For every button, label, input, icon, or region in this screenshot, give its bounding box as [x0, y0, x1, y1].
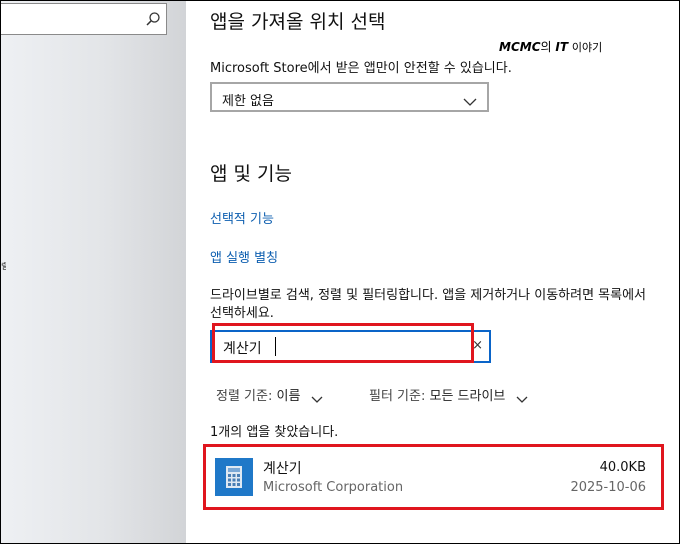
- result-count: 1개의 앱을 찾았습니다.: [210, 425, 339, 440]
- sidebar-item-glyph: 렬: [1, 262, 6, 273]
- filter-dropdown[interactable]: 필터 기준: 모든 드라이브: [369, 385, 528, 404]
- dropdown-value: 제한 없음: [222, 94, 274, 109]
- text-caret: [275, 337, 276, 356]
- watermark-brand: MCMC: [499, 40, 541, 54]
- main-panel: 앱을 가져올 위치 선택 Microsoft Store에서 받은 앱만이 안전…: [186, 1, 679, 543]
- calculator-icon: [215, 458, 253, 496]
- watermark-suffix: 이야기: [571, 41, 603, 54]
- chevron-down-icon: [463, 92, 477, 106]
- sidebar-search-input[interactable]: [1, 3, 167, 35]
- app-aliases-link[interactable]: 앱 실행 별칭: [210, 247, 278, 266]
- chevron-down-icon: [516, 393, 528, 403]
- app-source-dropdown[interactable]: 제한 없음: [210, 82, 489, 112]
- chevron-down-icon: [311, 393, 323, 403]
- apps-heading: 앱 및 기능: [210, 163, 292, 185]
- optional-features-link[interactable]: 선택적 기능: [210, 208, 274, 227]
- clear-icon[interactable]: ×: [472, 338, 483, 353]
- watermark-it: IT: [555, 40, 569, 54]
- search-value: 계산기: [223, 341, 262, 357]
- search-description: 드라이브별로 검색, 정렬 및 필터링합니다. 앱을 제거하거나 이동하려면 목…: [210, 288, 647, 321]
- sort-value: 이름: [276, 389, 301, 404]
- sidebar: 렬: [1, 1, 186, 543]
- search-icon[interactable]: [145, 11, 161, 27]
- sort-dropdown[interactable]: 정렬 기준: 이름: [216, 385, 323, 404]
- settings-window: 렬 앱을 가져올 위치 선택 Microsoft Store에서 받은 앱만이 …: [0, 0, 680, 544]
- app-install-date: 2025-10-06: [570, 480, 646, 495]
- filter-value: 모든 드라이브: [429, 389, 506, 404]
- watermark: MCMC의 IT 이야기: [499, 38, 602, 55]
- app-name: 계산기: [263, 461, 302, 477]
- source-description: Microsoft Store에서 받은 앱만이 안전할 수 있습니다.: [210, 61, 512, 76]
- app-publisher: Microsoft Corporation: [263, 480, 404, 495]
- app-search-input[interactable]: 계산기 ×: [210, 330, 491, 363]
- source-heading: 앱을 가져올 위치 선택: [210, 11, 386, 33]
- app-list-item[interactable]: 계산기 Microsoft Corporation 40.0KB 2025-10…: [203, 444, 664, 510]
- filter-label: 필터 기준:: [369, 389, 426, 404]
- watermark-particle: 의: [540, 40, 552, 54]
- sort-label: 정렬 기준:: [216, 389, 273, 404]
- app-size: 40.0KB: [599, 460, 646, 475]
